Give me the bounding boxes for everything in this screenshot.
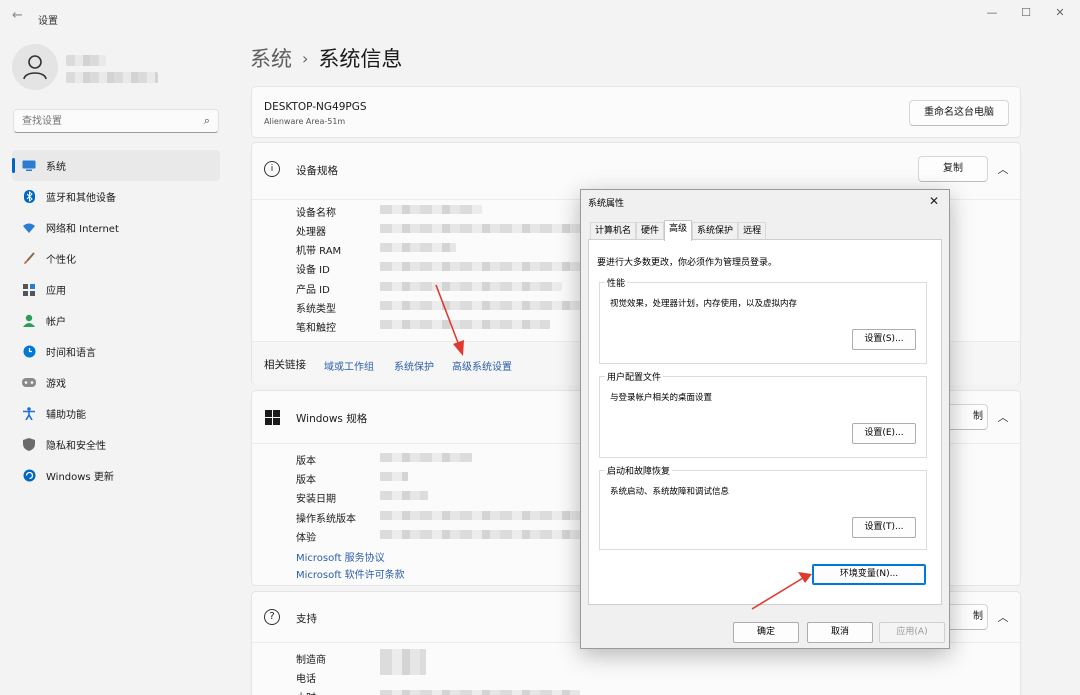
annotation-overlay	[435, 284, 812, 610]
annotation-arrow-1	[435, 284, 464, 356]
annotation-arrow-2	[751, 572, 812, 610]
tab-advanced[interactable]: 高级	[664, 220, 693, 241]
